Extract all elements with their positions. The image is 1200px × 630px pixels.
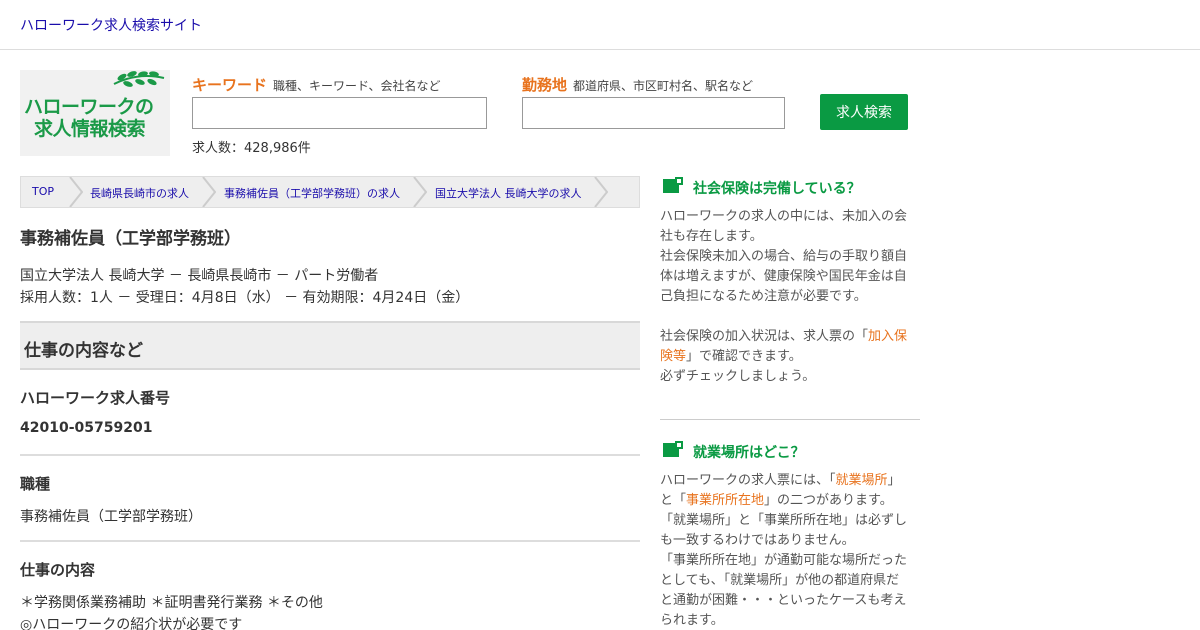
keyword-label: キーワード [192, 76, 268, 94]
sidebar-text-line: も一致するわけではありません。 [660, 533, 855, 548]
keyword-input[interactable] [192, 97, 487, 129]
location-input[interactable] [522, 97, 785, 129]
section-heading-text: 仕事の内容など [24, 341, 143, 361]
site-logo[interactable]: ハローワークの 求人情報検索 [20, 70, 170, 156]
cup-icon [663, 177, 683, 193]
breadcrumb-top[interactable]: TOP [32, 185, 54, 198]
occupation-value: 事務補佐員（工学部学務班） [20, 509, 202, 525]
sidebar-text-line: 体は増えますが、健康保険や国民年金は自 [660, 269, 907, 284]
sidebar-text-line: 社会保険の加入状況は、求人票の「加入保 [660, 327, 920, 347]
item-divider [20, 454, 640, 456]
breadcrumb: TOP 長崎県長崎市の求人 事務補佐員（工学部学務班）の求人 国立大学法人 長崎… [20, 176, 640, 208]
search-button[interactable]: 求人検索 [820, 94, 908, 130]
office-location-highlight: 事業所所在地 [686, 493, 765, 508]
insurance-field-highlight: 険等 [660, 349, 687, 364]
breadcrumb-arrow-icon [413, 177, 427, 207]
sidebar-location-text: ハローワークの求人票には、「就業場所」 と「事業所所在地」の二つがあります。 「… [660, 471, 920, 630]
breadcrumb-city[interactable]: 長崎県長崎市の求人 [90, 185, 189, 201]
sidebar-text-line: ハローワークの求人票には、「就業場所」 [660, 471, 920, 491]
sidebar-divider [660, 419, 920, 420]
sidebar-text-line: られます。 [660, 613, 724, 628]
job-meta-line2: 採用人数：1人 － 受理日：4月8日（水） － 有効期限：4月24日（金） [20, 290, 470, 306]
sidebar-text-part: 」 [887, 473, 901, 488]
sidebar-insurance-title: 社会保険は完備している？ [693, 181, 861, 197]
sidebar-text-line: 社も存在します。 [660, 229, 763, 244]
sidebar-text-line: と「事業所所在地」の二つがあります。 [660, 491, 920, 511]
breadcrumb-arrow-icon [594, 177, 608, 207]
insurance-field-highlight: 加入保 [868, 329, 908, 344]
breadcrumb-company[interactable]: 国立大学法人 長崎大学の求人 [435, 185, 582, 201]
sidebar-text-line: と通勤が困難・・・といったケースも考え [660, 593, 907, 608]
sidebar-text-part: と「 [660, 493, 687, 508]
job-count: 求人数：428,986件 [192, 141, 311, 156]
sidebar-text-line: 社会保険未加入の場合、給与の手取り額自 [660, 249, 908, 264]
sidebar-text-line: 「事業所所在地」が通勤可能な場所だった [660, 553, 908, 568]
sidebar-insurance-text: ハローワークの求人の中には、未加入の会 社も存在します。 社会保険未加入の場合、… [660, 207, 920, 387]
work-content-label: 仕事の内容 [20, 561, 96, 579]
location-label: 勤務地 [522, 76, 568, 94]
work-content-line1: ＊学務関係業務補助 ＊証明書発行業務 ＊その他 [20, 595, 323, 611]
sidebar-text-line: 必ずチェックしましょう。 [660, 369, 816, 384]
sidebar-text-part: ハローワークの求人票には、「 [660, 473, 836, 488]
sidebar-text-line: としても、「就業場所」が他の都道府県だ [660, 573, 900, 588]
keyword-hint: 職種、キーワード、会社名など [273, 79, 441, 93]
job-meta-line1: 国立大学法人 長崎大学 － 長崎県長崎市 － パート労働者 [20, 268, 379, 284]
sidebar-text-line: 険等」で確認できます。 [660, 347, 920, 367]
sidebar-location-title: 就業場所はどこ？ [693, 445, 805, 461]
job-number-label: ハローワーク求人番号 [20, 389, 171, 407]
breadcrumb-arrow-icon [69, 177, 83, 207]
site-title-link[interactable]: ハローワーク求人検索サイト [20, 15, 202, 35]
breadcrumb-arrow-icon [202, 177, 216, 207]
item-divider [20, 540, 640, 542]
sidebar-text-line: ハローワークの求人の中には、未加入の会 [660, 209, 908, 224]
job-title: 事務補佐員（工学部学務班） [20, 229, 241, 249]
cup-icon [663, 441, 683, 457]
logo-text-line2: 求人情報検索 [34, 118, 146, 140]
sidebar-text-part: 社会保険の加入状況は、求人票の「 [660, 329, 869, 344]
top-bar: ハローワーク求人検索サイト [0, 0, 1200, 50]
job-number-value: 42010-05759201 [20, 420, 153, 436]
leaf-icon [113, 71, 165, 87]
workplace-highlight: 就業場所 [835, 473, 888, 488]
sidebar-text-line: 己負担になるため注意が必要です。 [660, 289, 867, 304]
sidebar-text-line [660, 307, 920, 327]
sidebar-text-line: 「就業場所」と「事業所所在地」は必ずし [660, 513, 908, 528]
sidebar-text-part: 」の二つがあります。 [764, 493, 893, 508]
occupation-label: 職種 [20, 475, 51, 493]
work-content-line2: ◎ハローワークの紹介状が必要です [20, 617, 243, 630]
location-hint: 都道府県、市区町村名、駅名など [573, 79, 754, 93]
sidebar-text-part: 」で確認できます。 [686, 349, 802, 364]
section-heading: 仕事の内容など [20, 321, 640, 370]
breadcrumb-job[interactable]: 事務補佐員（工学部学務班）の求人 [224, 185, 400, 201]
